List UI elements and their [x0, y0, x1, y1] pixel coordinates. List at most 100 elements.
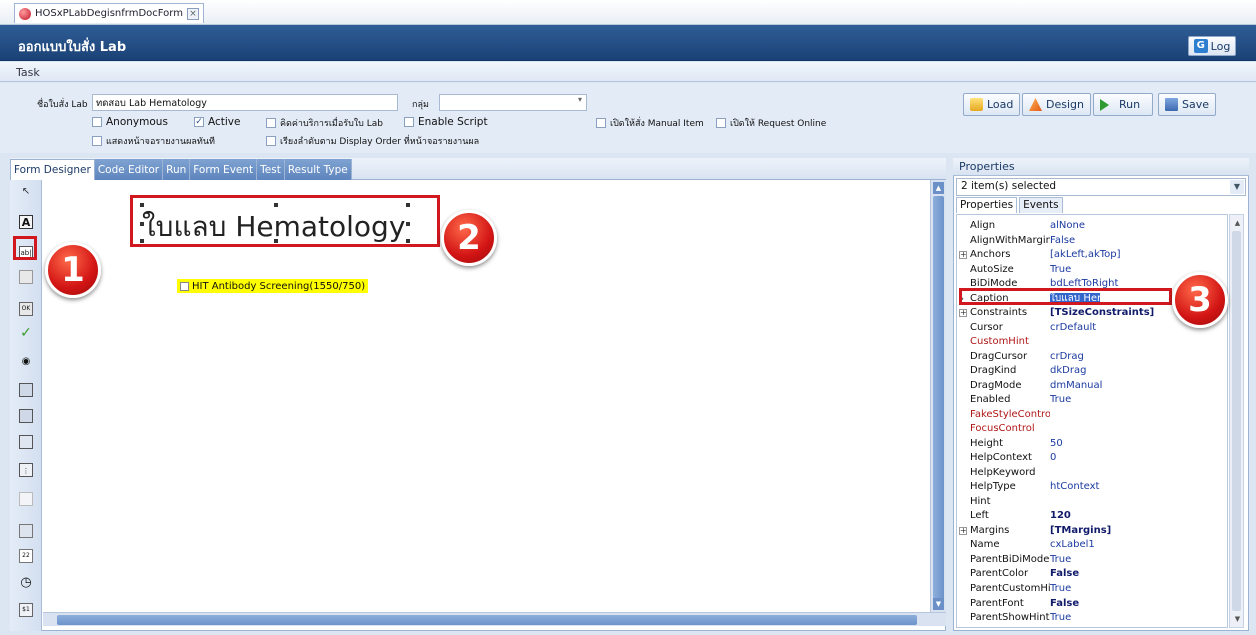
property-grid-scrollbar[interactable]: ▲ ▼	[1229, 214, 1244, 628]
property-row[interactable]: Name cxLabel1	[957, 539, 1227, 551]
property-value[interactable]: crDrag	[1050, 351, 1226, 363]
label-tool-icon[interactable]: A	[19, 215, 33, 229]
log-button[interactable]: G Log	[1188, 36, 1236, 56]
property-row[interactable]: Hint	[957, 496, 1227, 508]
property-value[interactable]: True	[1050, 554, 1226, 566]
selection-combo[interactable]: 2 item(s) selected ▼	[956, 178, 1246, 196]
expand-icon[interactable]: +	[959, 526, 967, 535]
tab-result-type[interactable]: Result Type	[284, 159, 352, 180]
property-value[interactable]: 0	[1050, 452, 1226, 464]
groupbox-tool-icon[interactable]	[19, 492, 33, 506]
task-label[interactable]: Task	[16, 66, 40, 79]
radiogroup-tool-icon[interactable]: ⋮	[19, 463, 33, 477]
property-row[interactable]: DragKind dkDrag	[957, 365, 1227, 377]
property-row[interactable]: HelpKeyword	[957, 467, 1227, 479]
checkbox-box[interactable]	[180, 281, 189, 291]
tab-test[interactable]: Test	[257, 159, 285, 180]
show-report-checkbox[interactable]: แสดงหน้าจอรายงานผลทันที	[92, 134, 215, 148]
request-online-checkbox[interactable]: เปิดให้ Request Online	[716, 116, 826, 130]
enable-script-checkbox[interactable]: Enable Script	[404, 116, 488, 128]
property-value[interactable]: dkDrag	[1050, 365, 1226, 377]
tab-form-event[interactable]: Form Event	[190, 159, 258, 180]
expand-icon[interactable]: +	[959, 309, 967, 318]
form-name-input[interactable]: ทดสอบ Lab Hematology	[92, 94, 398, 111]
property-value[interactable]: True	[1050, 394, 1226, 406]
property-row[interactable]: ParentCustomHintTrue	[957, 583, 1227, 595]
currency-tool-icon[interactable]: $1	[19, 603, 33, 617]
property-row[interactable]: HelpType htContext	[957, 481, 1227, 493]
checkbox-box[interactable]	[92, 136, 102, 146]
memo-tool-icon[interactable]	[19, 270, 33, 284]
property-value[interactable]: dmManual	[1050, 380, 1226, 392]
property-value[interactable]: alNone	[1050, 220, 1226, 232]
scroll-thumb[interactable]	[57, 615, 917, 625]
tab-run[interactable]: Run	[163, 159, 191, 180]
canvas-horizontal-scrollbar[interactable]	[43, 612, 946, 626]
anonymous-checkbox[interactable]: Anonymous	[92, 116, 168, 128]
property-row[interactable]: ParentShowHint True	[957, 612, 1227, 624]
property-value[interactable]: 50	[1050, 438, 1226, 450]
property-value[interactable]: False	[1050, 235, 1226, 247]
charge-on-receive-checkbox[interactable]: คิดค่าบริการเมื่อรับใบ Lab	[266, 116, 383, 130]
property-row[interactable]: CustomHint	[957, 336, 1227, 348]
property-value[interactable]: False	[1050, 598, 1226, 610]
checkbox-box[interactable]	[596, 118, 606, 128]
property-row[interactable]: FakeStyleControl	[957, 409, 1227, 421]
group-select[interactable]: ▾	[439, 94, 587, 111]
property-row[interactable]: + Margins [TMargins]	[957, 525, 1227, 537]
checkbox-box[interactable]	[716, 118, 726, 128]
radio-tool-icon[interactable]: ◉	[19, 355, 33, 369]
property-row[interactable]: Enabled True	[957, 394, 1227, 406]
property-value[interactable]: [TMargins]	[1050, 525, 1226, 537]
property-row[interactable]: + Anchors [akLeft,akTop]	[957, 249, 1227, 261]
scroll-down-icon[interactable]: ▼	[1232, 613, 1243, 625]
property-value[interactable]: cxLabel1	[1050, 539, 1226, 551]
button-tool-icon[interactable]: OK	[19, 302, 33, 316]
checkbox-box-checked[interactable]: ✓	[194, 117, 204, 127]
property-row[interactable]: ParentColor False	[957, 568, 1227, 580]
scroll-down-icon[interactable]: ▼	[933, 598, 944, 610]
property-value[interactable]: False	[1050, 568, 1226, 580]
property-value[interactable]: htContext	[1050, 481, 1226, 493]
property-row[interactable]: DragMode dmManual	[957, 380, 1227, 392]
active-checkbox[interactable]: ✓ Active	[194, 116, 240, 128]
scroll-up-icon[interactable]: ▲	[1232, 217, 1243, 229]
property-row[interactable]: Align alNone	[957, 220, 1227, 232]
time-tool-icon[interactable]: ◷	[19, 576, 33, 590]
date-tool-icon[interactable]: 22	[19, 549, 33, 563]
checkbox-box[interactable]	[266, 136, 276, 146]
scroll-thumb[interactable]	[933, 196, 944, 606]
listbox-tool-icon[interactable]	[19, 383, 33, 397]
run-button[interactable]: Run	[1093, 93, 1153, 116]
pointer-icon[interactable]: ↖	[19, 185, 33, 199]
property-row[interactable]: Left 120	[957, 510, 1227, 522]
property-value[interactable]: True	[1050, 612, 1226, 624]
tab-properties[interactable]: Properties	[956, 197, 1018, 213]
checkbox-box[interactable]	[404, 117, 414, 127]
image-tool-icon[interactable]	[19, 524, 33, 538]
property-value[interactable]: True	[1050, 583, 1226, 595]
property-row[interactable]: AlignWithMargin False	[957, 235, 1227, 247]
panel-tool-icon[interactable]	[19, 435, 33, 449]
load-button[interactable]: Load	[963, 93, 1021, 116]
expand-icon[interactable]: +	[959, 251, 967, 260]
save-button[interactable]: Save	[1158, 93, 1217, 116]
checkmark-tool-icon[interactable]: ✓	[19, 326, 33, 340]
property-value[interactable]: [akLeft,akTop]	[1050, 249, 1226, 261]
display-order-checkbox[interactable]: เรียงลำดับตาม Display Order ที่หน้าจอราย…	[266, 134, 479, 148]
property-value[interactable]: 120	[1050, 510, 1226, 522]
tab-form-designer[interactable]: Form Designer	[10, 159, 95, 180]
property-row[interactable]: HelpContext 0	[957, 452, 1227, 464]
tab-events[interactable]: Events	[1019, 197, 1063, 213]
property-row[interactable]: FocusControl	[957, 423, 1227, 435]
property-row[interactable]: ParentBiDiMode True	[957, 554, 1227, 566]
chevron-down-icon[interactable]: ▼	[1230, 180, 1244, 194]
manual-item-checkbox[interactable]: เปิดให้สั่ง Manual Item	[596, 116, 704, 130]
checkbox-box[interactable]	[92, 117, 102, 127]
combobox-tool-icon[interactable]	[19, 409, 33, 423]
property-row[interactable]: DragCursor crDrag	[957, 351, 1227, 363]
checkbox-box[interactable]	[266, 118, 276, 128]
chevron-down-icon[interactable]: ▾	[578, 95, 582, 104]
scroll-up-icon[interactable]: ▲	[933, 182, 944, 194]
design-button[interactable]: Design	[1022, 93, 1091, 116]
